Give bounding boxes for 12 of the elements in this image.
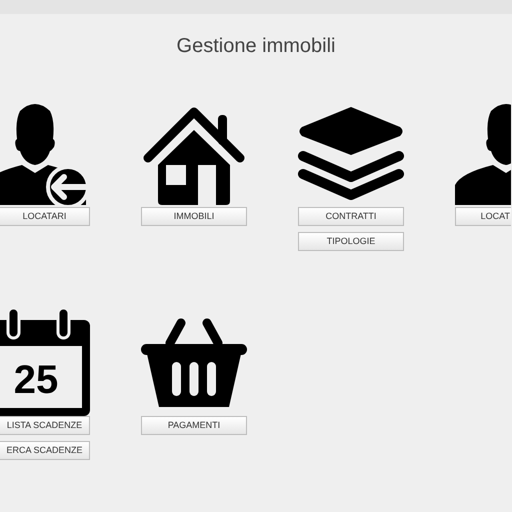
layers-icon [298,106,404,200]
menu-button[interactable]: LOCATARI [0,207,90,226]
menu-button[interactable]: LISTA SCADENZE [0,416,90,435]
menu-button[interactable]: PAGAMENTI [141,416,247,435]
menu-button[interactable]: ERCA SCADENZE [0,441,90,460]
page-title: Gestione immobili [176,34,336,59]
menu-button[interactable]: TIPOLOGIE [298,232,404,251]
menu-button[interactable]: LOCAT [455,207,511,226]
menu-button[interactable]: IMMOBILI [141,207,247,226]
basket-icon [141,318,247,408]
menu-button[interactable]: CONTRATTI [298,207,404,226]
day-number: 25 [14,358,58,402]
